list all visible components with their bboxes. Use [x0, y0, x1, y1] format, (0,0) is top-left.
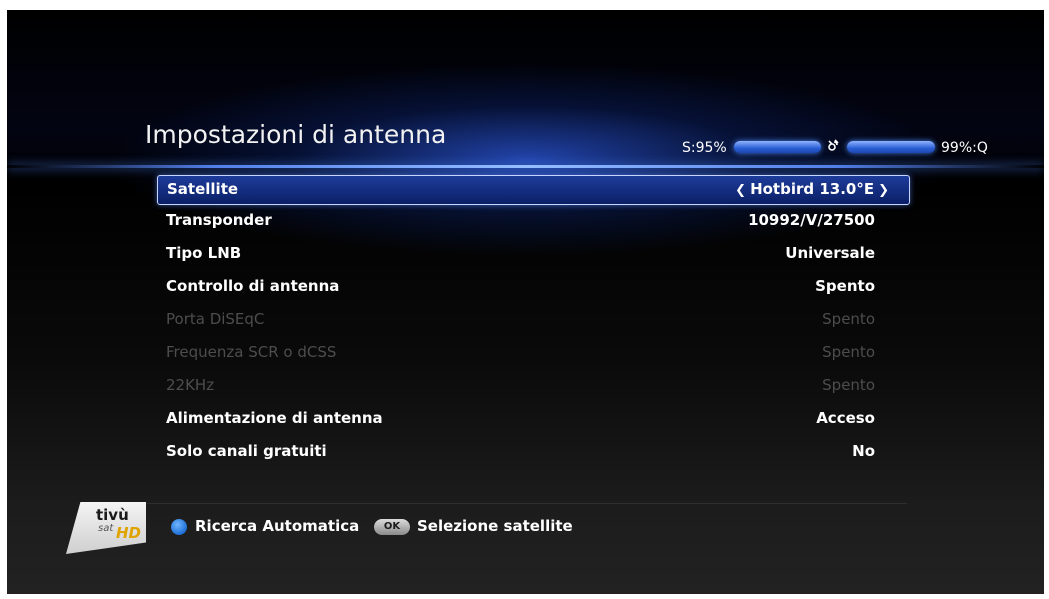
setting-row-porta-diseqc: Porta DiSEqC Spento	[157, 306, 908, 334]
setting-value: Hotbird 13.0°E	[750, 180, 875, 198]
logo-tivu-text: tivù	[96, 506, 129, 524]
tv-screen: Impostazioni di antenna S:95% 99%:Q Sate…	[7, 10, 1044, 594]
ok-key-hint[interactable]: Selezione satellite	[417, 517, 573, 535]
chevron-right-icon[interactable]: ❯	[878, 183, 889, 198]
setting-row-transponder[interactable]: Transponder 10992/V/27500	[157, 207, 908, 235]
header-divider	[7, 165, 1044, 168]
setting-value: Spento	[815, 277, 875, 295]
tivusat-hd-logo: tivù sat HD	[66, 502, 146, 554]
setting-row-satellite[interactable]: Satellite ❮ Hotbird 13.0°E ❯	[157, 175, 910, 205]
setting-value: Universale	[785, 244, 875, 262]
page-title: Impostazioni di antenna	[145, 120, 447, 149]
chevron-left-icon[interactable]: ❮	[735, 183, 746, 198]
signal-strength-bar	[734, 141, 821, 153]
setting-label: Porta DiSEqC	[166, 310, 265, 328]
setting-value: 10992/V/27500	[748, 211, 875, 229]
setting-value: Spento	[822, 343, 875, 361]
blue-key-icon[interactable]	[171, 519, 187, 535]
setting-row-tipo-lnb[interactable]: Tipo LNB Universale	[157, 240, 908, 268]
setting-value-selector[interactable]: ❮ Hotbird 13.0°E ❯	[731, 180, 893, 198]
setting-label: Tipo LNB	[166, 244, 242, 262]
logo-hd-text: HD	[116, 524, 142, 542]
setting-label: Controllo di antenna	[166, 277, 340, 295]
setting-label: Frequenza SCR o dCSS	[166, 343, 337, 361]
setting-value: No	[852, 442, 875, 460]
setting-label: Alimentazione di antenna	[166, 409, 383, 427]
setting-row-controllo-antenna[interactable]: Controllo di antenna Spento	[157, 273, 908, 301]
setting-label: Solo canali gratuiti	[166, 442, 327, 460]
signal-quality-bar	[847, 141, 935, 153]
setting-value: Acceso	[816, 409, 875, 427]
setting-value: Spento	[822, 310, 875, 328]
setting-label: 22KHz	[166, 376, 215, 394]
setting-row-alimentazione-antenna[interactable]: Alimentazione di antenna Acceso	[157, 405, 908, 433]
signal-quality-label: 99%:Q	[941, 140, 988, 156]
setting-label: Satellite	[167, 180, 239, 198]
satellite-icon	[825, 138, 841, 158]
setting-label: Transponder	[166, 211, 272, 229]
setting-value: Spento	[822, 376, 875, 394]
ok-key-icon[interactable]: OK	[374, 519, 410, 535]
setting-row-22khz: 22KHz Spento	[157, 372, 908, 400]
blue-key-hint[interactable]: Ricerca Automatica	[195, 517, 359, 535]
setting-row-frequenza-scr: Frequenza SCR o dCSS Spento	[157, 339, 908, 367]
logo-sat-text: sat	[98, 523, 114, 534]
footer-divider	[147, 503, 907, 504]
setting-row-solo-canali-gratuiti[interactable]: Solo canali gratuiti No	[157, 438, 908, 466]
signal-strength-label: S:95%	[682, 140, 727, 156]
